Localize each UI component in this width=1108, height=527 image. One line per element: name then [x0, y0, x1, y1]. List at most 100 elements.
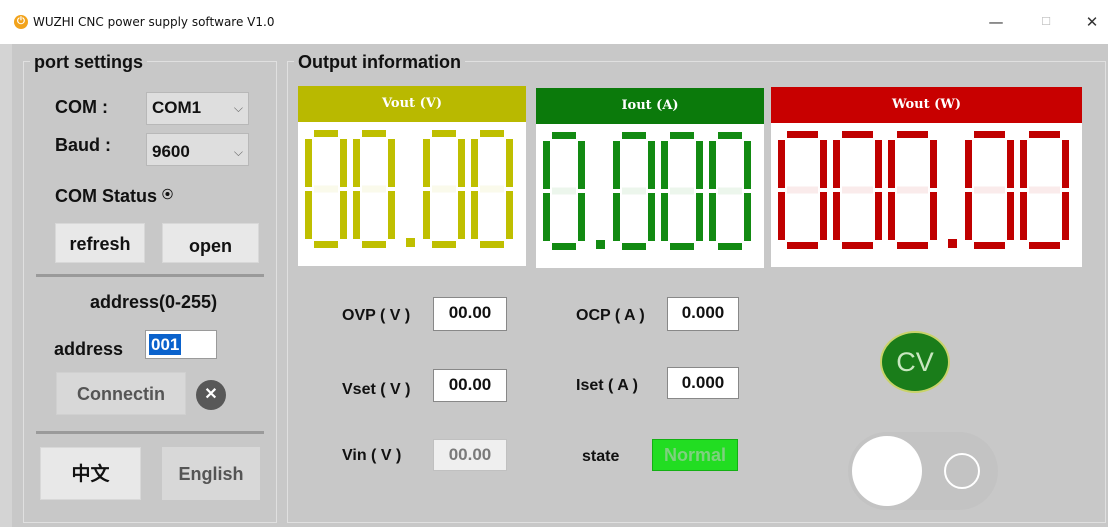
segment — [744, 141, 751, 189]
segment — [897, 242, 928, 249]
segment — [842, 186, 873, 194]
com-port-select[interactable]: COM1 ⌵ — [146, 92, 249, 125]
segment — [471, 139, 478, 187]
segment — [613, 193, 620, 241]
segment — [471, 191, 478, 239]
window-title: WUZHI CNC power supply software V1.0 — [33, 15, 275, 29]
segment — [480, 130, 504, 137]
segment — [362, 241, 386, 248]
ocp-label: OCP ( A ) — [576, 307, 645, 324]
ovp-input[interactable]: 00.00 — [433, 297, 507, 331]
vset-input[interactable]: 00.00 — [433, 369, 507, 402]
address-input[interactable]: 001 — [145, 330, 217, 359]
segment — [314, 185, 338, 193]
cv-mode-indicator: CV — [880, 331, 950, 393]
baud-label: Baud : — [55, 135, 111, 155]
client-area: port settings COM : COM1 ⌵ Baud : 9600 ⌵… — [12, 44, 1108, 527]
segment — [506, 191, 513, 239]
segment — [423, 139, 430, 187]
ovp-label: OVP ( V ) — [342, 307, 411, 324]
segment — [388, 191, 395, 239]
chinese-language-button[interactable]: 中文 — [40, 447, 141, 500]
chevron-down-icon: ⌵ — [233, 101, 243, 115]
segment — [709, 193, 716, 241]
segment — [787, 131, 818, 138]
segment — [778, 140, 785, 188]
iout-header: Iout (A) — [536, 88, 764, 124]
segment — [1029, 242, 1060, 249]
close-window-button[interactable]: ✕ — [1082, 12, 1102, 32]
segment — [897, 131, 928, 138]
address-value: 001 — [149, 334, 182, 355]
segment — [718, 243, 742, 250]
segment — [888, 192, 895, 240]
segment — [974, 242, 1005, 249]
segment — [744, 193, 751, 241]
segment — [432, 185, 456, 193]
toggle-off-ring-icon — [944, 453, 980, 489]
segment — [696, 141, 703, 189]
segment — [305, 191, 312, 239]
vset-label: Vset ( V ) — [342, 381, 411, 398]
segment — [709, 141, 716, 189]
segment — [696, 193, 703, 241]
segment — [506, 139, 513, 187]
output-info-title: Output information — [294, 52, 465, 73]
address-label: address — [54, 339, 124, 359]
segment — [305, 139, 312, 187]
segment — [930, 192, 937, 240]
port-settings-title: port settings — [30, 52, 148, 73]
iout-meter: Iout (A) — [536, 88, 764, 268]
com-label: COM : — [55, 97, 108, 117]
segment — [661, 193, 668, 241]
segment — [480, 241, 504, 248]
separator — [36, 274, 264, 277]
iset-input[interactable]: 0.000 — [667, 367, 739, 399]
segment — [353, 139, 360, 187]
iset-label: Iset ( A ) — [576, 377, 638, 394]
output-toggle-switch[interactable] — [848, 432, 998, 510]
segment — [833, 192, 840, 240]
decimal-point — [948, 239, 957, 248]
decimal-point — [406, 238, 415, 247]
chevron-down-icon: ⌵ — [233, 145, 243, 159]
segment — [543, 141, 550, 189]
segment — [718, 187, 742, 195]
segment — [787, 242, 818, 249]
segment — [622, 187, 646, 195]
vin-readout: 00.00 — [433, 439, 507, 471]
app-power-icon: ⏻ — [14, 15, 28, 29]
segment — [833, 140, 840, 188]
ocp-input[interactable]: 0.000 — [667, 297, 739, 331]
segment — [842, 131, 873, 138]
segment — [552, 132, 576, 139]
connect-button[interactable]: Connectin — [56, 372, 186, 415]
segment — [965, 140, 972, 188]
refresh-button[interactable]: refresh — [55, 223, 145, 263]
segment — [314, 241, 338, 248]
segment — [432, 130, 456, 137]
status-indicator-icon: ⦿ — [162, 189, 174, 201]
segment — [875, 140, 882, 188]
segment — [1062, 192, 1069, 240]
segment — [578, 193, 585, 241]
segment — [622, 243, 646, 250]
maximize-button[interactable]: ☐ — [1036, 12, 1056, 32]
segment — [787, 186, 818, 194]
minimize-button[interactable]: — — [986, 12, 1006, 32]
title-bar: ⏻ WUZHI CNC power supply software V1.0 —… — [0, 0, 1108, 44]
segment — [1029, 186, 1060, 194]
baud-rate-select[interactable]: 9600 ⌵ — [146, 133, 249, 166]
segment — [670, 243, 694, 250]
segment — [458, 191, 465, 239]
segment — [622, 132, 646, 139]
segment — [718, 132, 742, 139]
segment — [875, 192, 882, 240]
open-button[interactable]: open — [162, 223, 259, 263]
english-language-button[interactable]: English — [162, 447, 260, 500]
segment — [432, 241, 456, 248]
segment — [1007, 140, 1014, 188]
segment — [965, 192, 972, 240]
segment — [930, 140, 937, 188]
segment — [353, 191, 360, 239]
